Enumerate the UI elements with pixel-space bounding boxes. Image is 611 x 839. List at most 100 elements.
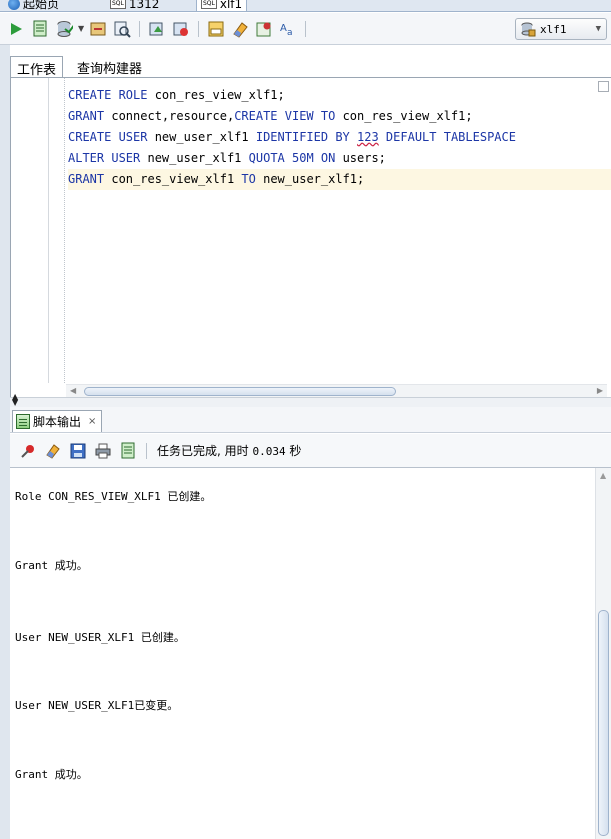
- close-icon[interactable]: ×: [88, 416, 96, 427]
- rollback-icon: [90, 22, 106, 35]
- horizontal-scrollbar[interactable]: ◀ ▶: [66, 384, 607, 397]
- keyword: CREATE ROLE: [68, 88, 155, 102]
- tab-worksheet[interactable]: 工作表: [10, 56, 64, 78]
- autotrace-icon: [149, 22, 163, 35]
- tab-script-output[interactable]: 脚本输出 ×: [12, 410, 103, 432]
- status-prefix: 任务已完成, 用时: [157, 444, 253, 458]
- sql-tuning-button[interactable]: [171, 19, 191, 39]
- identifier: con_res_view_xlf1: [111, 172, 242, 186]
- output-toolbar: 任务已完成, 用时 0.034 秒: [10, 434, 611, 468]
- keyword: ALTER USER: [68, 151, 148, 165]
- home-icon: [8, 0, 20, 10]
- commit-button[interactable]: [54, 19, 74, 39]
- output-tab-bar: 脚本输出 ×: [10, 407, 611, 433]
- play-icon: [11, 22, 22, 35]
- status-suffix: 秒: [285, 444, 302, 458]
- output-line: Grant 成功。: [15, 559, 88, 572]
- task-status: 任务已完成, 用时 0.034 秒: [157, 442, 301, 459]
- connection-select[interactable]: xlf1 ▼: [515, 18, 607, 40]
- save-icon: [70, 443, 86, 458]
- output-line: User NEW_USER_XLF1 已创建。: [15, 631, 185, 644]
- chevron-down-icon: ▼: [595, 24, 601, 34]
- scroll-right-icon[interactable]: ▶: [597, 386, 603, 395]
- toolbar-separator: [198, 20, 200, 37]
- print-output-button[interactable]: [93, 441, 113, 461]
- scrollbar-thumb[interactable]: [598, 610, 609, 836]
- keyword: IDENTIFIED BY: [255, 130, 358, 144]
- print-icon: [95, 443, 111, 458]
- scroll-left-icon[interactable]: ◀: [70, 386, 76, 395]
- sql-history-button[interactable]: [206, 19, 226, 39]
- eraser-icon: [233, 21, 248, 38]
- script-page-icon: [121, 442, 135, 459]
- splitter-arrows-icon[interactable]: ▲ ▼: [12, 393, 18, 407]
- sql-file-icon: SQL: [110, 0, 126, 9]
- script-output-icon: [16, 414, 30, 429]
- worksheet-subtabs: 工作表 查询构建器: [10, 56, 149, 78]
- identifier: connect,resource,: [111, 109, 235, 123]
- unshared-worksheet-button[interactable]: [254, 19, 274, 39]
- left-panel-edge: [0, 45, 10, 839]
- toolbar-separator: [146, 442, 147, 459]
- pin-icon: [21, 444, 34, 458]
- keyword: GRANT: [68, 109, 112, 123]
- eraser-icon: [46, 443, 60, 459]
- output-line: Role CON_RES_VIEW_XLF1 已创建。: [15, 490, 212, 503]
- sql-history-icon: [208, 21, 224, 36]
- sql-editor[interactable]: CREATE ROLE con_res_view_xlf1; GRANT con…: [10, 77, 611, 397]
- connection-name: xlf1: [540, 22, 567, 36]
- rollback-button[interactable]: [88, 19, 108, 39]
- tab-xlf1-label: xlf1: [219, 0, 243, 11]
- code-line-current: GRANT con_res_view_xlf1 TO new_user_xlf1…: [68, 169, 611, 190]
- code-line: CREATE ROLE con_res_view_xlf1;: [68, 85, 611, 106]
- keyword: CREATE VIEW TO: [234, 109, 343, 123]
- code-area[interactable]: CREATE ROLE con_res_view_xlf1; GRANT con…: [68, 85, 611, 190]
- identifier: users;: [342, 151, 386, 165]
- script-output-area[interactable]: Role CON_RES_VIEW_XLF1 已创建。 Grant 成功。 Us…: [10, 468, 595, 839]
- identifier: new_user_xlf1: [154, 130, 256, 144]
- tab-1312-label: 1312: [128, 0, 160, 11]
- sql-file-icon: SQL: [201, 0, 217, 9]
- output-line: Grant 成功。: [15, 768, 88, 781]
- code-line: ALTER USER new_user_xlf1 QUOTA 50M ON us…: [68, 148, 611, 169]
- tab-1312[interactable]: SQL 1312: [106, 0, 163, 11]
- explain-plan-button[interactable]: [112, 19, 132, 39]
- run-script-button[interactable]: [30, 19, 50, 39]
- identifier: con_res_view_xlf1;: [342, 109, 473, 123]
- script-page-icon: [33, 20, 47, 36]
- tab-query-builder[interactable]: 查询构建器: [71, 56, 149, 78]
- database-commit-icon: [57, 20, 73, 37]
- output-script-button[interactable]: [118, 441, 138, 461]
- format-case-button[interactable]: Aa: [278, 19, 298, 39]
- clear-button[interactable]: [230, 19, 250, 39]
- identifier: new_user_xlf1: [147, 151, 249, 165]
- toolbar-separator: [305, 20, 307, 37]
- tab-start-page-label: 起始页: [23, 0, 60, 11]
- scroll-up-icon[interactable]: ▲: [600, 471, 606, 480]
- vertical-scrollbar[interactable]: ▲: [595, 468, 611, 839]
- run-statement-button[interactable]: [6, 19, 26, 39]
- fold-margin: [64, 78, 65, 383]
- toolbar-separator: [139, 20, 141, 37]
- worksheet-icon: [256, 22, 271, 36]
- text-case-icon: Aa: [280, 23, 293, 38]
- pin-button[interactable]: [18, 441, 38, 461]
- save-output-button[interactable]: [68, 441, 88, 461]
- clear-output-button[interactable]: [43, 441, 63, 461]
- line-gutter: [48, 78, 49, 383]
- script-output-label: 脚本输出: [33, 415, 82, 429]
- commit-dropdown-icon[interactable]: ▼: [78, 24, 84, 33]
- tuning-icon: [173, 22, 189, 36]
- status-elapsed-time: 0.034: [252, 445, 286, 458]
- output-line: User NEW_USER_XLF1已变更。: [15, 699, 179, 712]
- panel-splitter[interactable]: ▲ ▼: [10, 393, 611, 407]
- tab-xlf1[interactable]: SQL xlf1: [196, 0, 248, 11]
- scrollbar-thumb[interactable]: [84, 387, 396, 396]
- identifier: new_user_xlf1;: [263, 172, 365, 186]
- code-line: CREATE USER new_user_xlf1 IDENTIFIED BY …: [68, 127, 611, 148]
- keyword: QUOTA 50M ON: [248, 151, 343, 165]
- autotrace-button[interactable]: [147, 19, 167, 39]
- identifier: con_res_view_xlf1;: [154, 88, 285, 102]
- tab-start-page[interactable]: 起始页: [4, 0, 63, 11]
- svg-text:A: A: [280, 23, 287, 34]
